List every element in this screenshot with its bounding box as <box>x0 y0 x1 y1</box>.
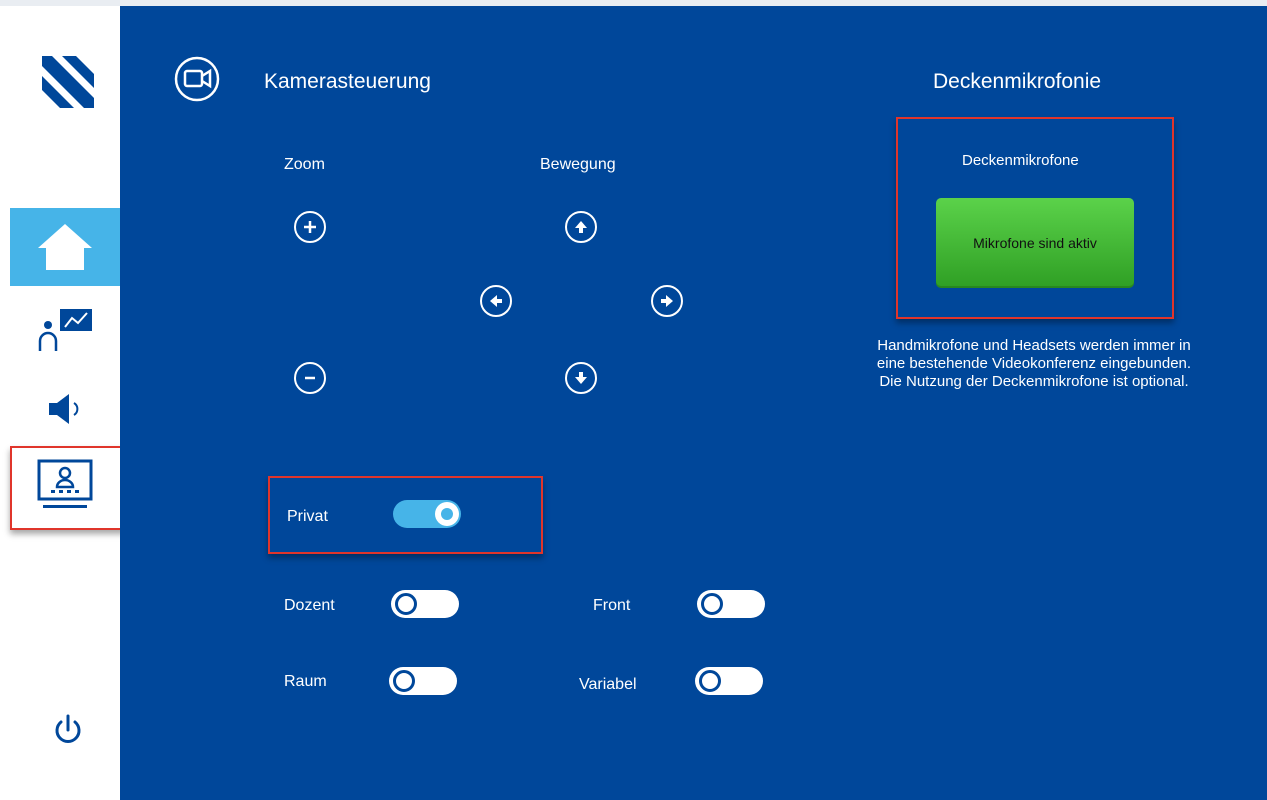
move-up-button[interactable] <box>565 211 597 243</box>
home-icon <box>38 224 92 270</box>
front-toggle[interactable] <box>697 590 765 618</box>
sidebar <box>0 6 126 800</box>
toggle-knob <box>699 670 721 692</box>
power-icon[interactable] <box>52 714 84 748</box>
camera-icon <box>174 56 220 102</box>
arrow-up-icon <box>575 221 587 233</box>
mics-active-label: Mikrofone sind aktiv <box>973 235 1097 251</box>
move-down-button[interactable] <box>565 362 597 394</box>
toggle-label-dozent: Dozent <box>284 597 335 614</box>
move-left-button[interactable] <box>480 285 512 317</box>
speaker-icon <box>49 394 79 424</box>
privat-toggle[interactable] <box>393 500 461 528</box>
arrow-right-icon <box>661 295 673 307</box>
mics-active-button[interactable]: Mikrofone sind aktiv <box>936 198 1134 288</box>
sidebar-item-presenter[interactable] <box>10 292 120 370</box>
note-line: Handmikrofone und Headsets werden immer … <box>877 337 1191 354</box>
zoom-in-button[interactable] <box>294 211 326 243</box>
toggle-knob <box>435 502 459 526</box>
move-right-button[interactable] <box>651 285 683 317</box>
arrow-down-icon <box>575 372 587 384</box>
toggle-label-raum: Raum <box>284 673 327 690</box>
raum-toggle[interactable] <box>389 667 457 695</box>
ceiling-mics-title: Deckenmikrofonie <box>933 70 1102 93</box>
toggle-knob <box>393 670 415 692</box>
presenter-chart-icon <box>38 309 92 351</box>
logo-icon <box>42 56 94 108</box>
note-line: eine bestehende Videokonferenz eingebund… <box>876 355 1192 372</box>
movement-label: Bewegung <box>540 156 616 173</box>
plus-icon <box>304 221 316 233</box>
toggle-knob <box>395 593 417 615</box>
minus-icon <box>305 376 315 380</box>
zoom-out-button[interactable] <box>294 362 326 394</box>
camera-control-title: Kamerasteuerung <box>264 70 431 93</box>
toggle-knob <box>701 593 723 615</box>
sidebar-item-home[interactable] <box>10 208 120 286</box>
arrow-left-icon <box>490 295 502 307</box>
dozent-toggle[interactable] <box>391 590 459 618</box>
mics-note: Handmikrofone und Headsets werden immer … <box>822 337 1246 391</box>
toggle-label-front: Front <box>593 597 631 614</box>
ceiling-mics-label: Deckenmikrofone <box>962 152 1079 169</box>
sidebar-item-audio[interactable] <box>10 370 120 448</box>
zoom-label: Zoom <box>284 156 325 173</box>
toggle-label-privat: Privat <box>287 508 328 525</box>
variabel-toggle[interactable] <box>695 667 763 695</box>
toggle-label-variabel: Variabel <box>579 676 637 693</box>
highlight-box-videoconference <box>10 446 126 530</box>
note-line: Die Nutzung der Deckenmikrofone ist opti… <box>879 373 1189 390</box>
